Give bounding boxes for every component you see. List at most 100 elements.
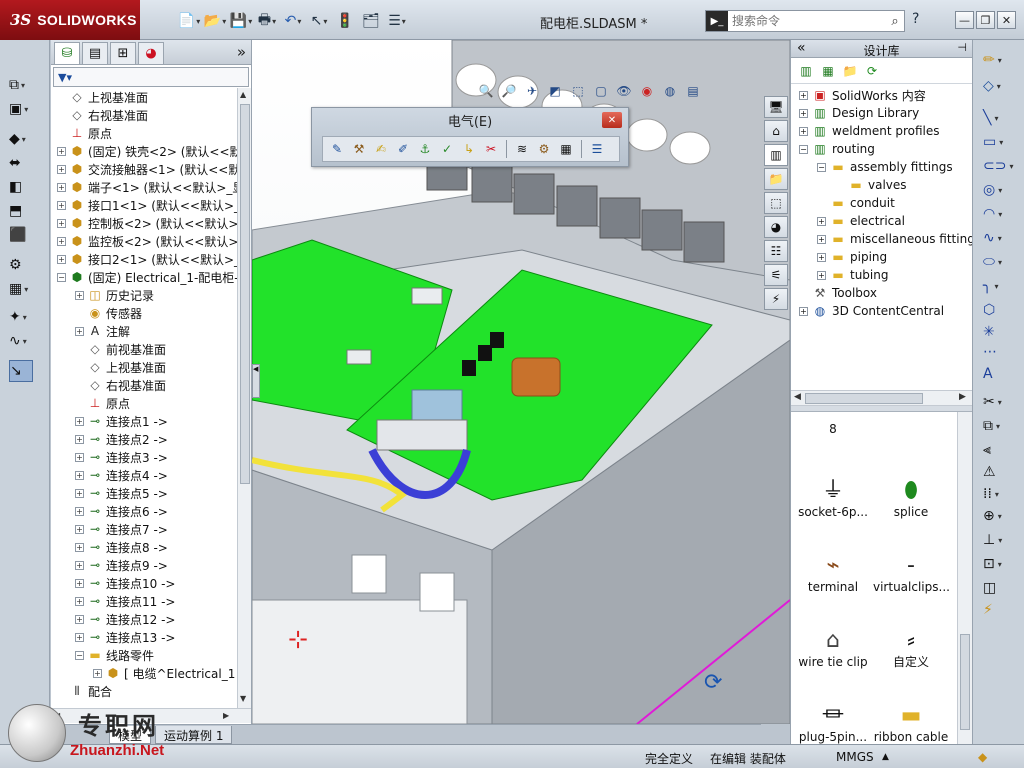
library-item[interactable]: - (873, 412, 949, 422)
tree-item[interactable]: + ⊸ 连接点11 -> (75, 592, 175, 610)
expand-toggle-icon[interactable]: + (57, 254, 66, 264)
restore-button[interactable]: ❐ (976, 11, 995, 29)
task-pane-view-palette-icon[interactable]: ⬚ (764, 192, 788, 214)
start-by-dragdrop-icon[interactable]: ✎ (327, 139, 347, 159)
property-manager-tab-icon[interactable]: ▤ (82, 42, 108, 64)
mate-icon[interactable]: ▣ ▾ (9, 98, 41, 120)
instant3d-icon[interactable]: ↘ (9, 360, 33, 382)
scroll-down-icon[interactable]: ▼ (240, 694, 246, 703)
library-tree-item[interactable]: ⚒ Toolbox (799, 284, 877, 302)
expand-toggle-icon[interactable]: + (799, 126, 808, 136)
task-pane-design-library-icon[interactable]: ▥ (764, 144, 788, 166)
expand-toggle-icon[interactable]: + (75, 578, 84, 588)
expand-toggle-icon[interactable]: + (75, 560, 84, 570)
search-icon[interactable]: ⌕ (886, 14, 904, 29)
tree-item[interactable]: + ⊸ 连接点10 -> (75, 574, 175, 592)
tree-item[interactable]: ◇ 上视基准面 (75, 358, 166, 376)
electrical-attributes-icon[interactable]: ⚙ (534, 139, 554, 159)
insert-connector-icon[interactable]: ✍ (371, 139, 391, 159)
tree-item[interactable]: + ⬢ (固定) 铁壳<2> (默认<<默 (57, 142, 237, 160)
tree-item[interactable]: + ⬢ 端子<1> (默认<<默认>_显 (57, 178, 237, 196)
move-entities-icon[interactable]: ⊕ ▾ (983, 506, 1019, 526)
solidworks-logo[interactable]: 3S SOLIDWORKS (0, 0, 140, 40)
centerline-icon[interactable]: ⋯ (983, 342, 1019, 362)
tree-item[interactable]: − ▬ 线路零件 (75, 646, 154, 664)
arc-icon[interactable]: ◠ ▾ (983, 204, 1019, 224)
tree-item[interactable]: + ⊸ 连接点6 -> (75, 502, 168, 520)
zoom-area-icon[interactable]: 🔎 (500, 82, 518, 100)
display-manager-tab-icon[interactable]: ◕ (138, 42, 164, 64)
task-pane-appearances-icon[interactable]: ◕ (764, 216, 788, 238)
spline-icon[interactable]: ∿ ▾ (983, 228, 1019, 248)
tree-item[interactable]: + ⊸ 连接点5 -> (75, 484, 168, 502)
polygon-icon[interactable]: ⬡ (983, 300, 1019, 320)
library-item[interactable]: ⏚ socket-6p... (795, 477, 871, 520)
add-file-location-icon[interactable]: ▦ (819, 62, 837, 80)
library-tree-item[interactable]: − ▬ assembly fittings (817, 158, 953, 176)
feature-filter[interactable]: ▼▾ (53, 67, 249, 87)
expand-toggle-icon[interactable]: + (57, 146, 66, 156)
ellipse-icon[interactable]: ⬭ ▾ (983, 252, 1019, 272)
expand-toggle-icon[interactable]: + (75, 596, 84, 606)
tree-item[interactable]: + ⊸ 连接点9 -> (75, 556, 168, 574)
status-tag-icon[interactable]: ◆ (978, 750, 987, 764)
library-items-vscrollbar[interactable] (957, 412, 972, 744)
add-wire-icon[interactable]: ✓ (437, 139, 457, 159)
expand-toggle-icon[interactable]: + (75, 488, 84, 498)
task-pane-custom-properties-icon[interactable]: ☷ (764, 240, 788, 262)
rebuild-traffic-light-icon[interactable]: 🚦 (334, 11, 356, 31)
tree-item[interactable]: + ⊸ 连接点3 -> (75, 448, 168, 466)
scroll-right-icon[interactable]: ▶ (959, 392, 966, 402)
tree-item[interactable]: ◉ 传感器 (75, 304, 142, 322)
feature-tree-vscrollbar[interactable]: ▲ ▼ (237, 88, 251, 708)
rectangle-icon[interactable]: ▭ ▾ (983, 132, 1019, 152)
new-motion-study-icon[interactable]: ⚙ (9, 254, 41, 276)
scroll-left-icon[interactable]: ◀ (794, 392, 801, 402)
linear-pattern-icon[interactable]: ⁞⁞ ▾ (983, 484, 1019, 504)
new-document-icon[interactable]: 📄 ▾ (178, 11, 200, 31)
offset-entities-icon[interactable]: ⫷ (983, 440, 1019, 460)
library-item[interactable]: ⌁ terminal (795, 552, 871, 595)
add-to-library-icon[interactable]: ▥ (797, 62, 815, 80)
scroll-right-icon[interactable]: ▶ (223, 711, 229, 720)
fillet-icon[interactable]: ╮ ▾ (983, 276, 1019, 296)
expand-toggle-icon[interactable]: + (57, 200, 66, 210)
tree-item[interactable]: ⦀ 配合 (57, 682, 112, 700)
pin-icon[interactable]: ⊣ (957, 41, 967, 54)
library-tree-item[interactable]: + ▣ SolidWorks 内容 (799, 86, 926, 104)
task-pane-home-icon[interactable]: ⌂ (764, 120, 788, 142)
library-item[interactable]: ⌂ wire tie clip (795, 627, 871, 670)
tree-item[interactable]: ⊥ 原点 (75, 394, 130, 412)
line-icon[interactable]: ╲ ▾ (983, 108, 1019, 128)
expand-toggle-icon[interactable]: + (817, 252, 826, 262)
point-icon[interactable]: ✳ (983, 322, 1019, 342)
units-arrow-icon[interactable]: ▲ (882, 752, 889, 762)
task-pane-resources-icon[interactable]: 🖥 (764, 96, 788, 118)
slot-icon[interactable]: ⊂⊃ ▾ (983, 156, 1019, 176)
reference-geometry-icon[interactable]: ⬛ (9, 224, 41, 246)
expand-toggle-icon[interactable]: − (817, 162, 826, 172)
task-pane-electrical-icon[interactable]: ⚡ (764, 288, 788, 310)
apply-scene-icon[interactable]: ◍ (661, 82, 679, 100)
tree-item[interactable]: + ⊸ 连接点4 -> (75, 466, 168, 484)
electrical-toolbar[interactable]: 电气(E) ✕ ✎ ⚒ ✍ ✐ ⚓ ✓ ↳ ✂ ≋ ⚙ ▦ ☰ (311, 107, 629, 167)
expand-toggle-icon[interactable]: + (57, 236, 66, 246)
undo-icon[interactable]: ↶ ▾ (282, 11, 304, 31)
library-tree-item[interactable]: + ▥ Design Library (799, 104, 919, 122)
tree-item[interactable]: + A 注解 (75, 322, 130, 340)
save-icon[interactable]: 💾 ▾ (230, 11, 252, 31)
show-hidden-icon[interactable]: ◧ (9, 176, 41, 198)
expand-toggle-icon[interactable]: + (93, 668, 102, 678)
mirror-entities-icon[interactable]: ⚠ (983, 462, 1019, 482)
expand-toggle-icon[interactable]: − (75, 650, 84, 660)
expand-toggle-icon[interactable]: − (799, 144, 808, 154)
tree-item[interactable]: + ⊸ 连接点7 -> (75, 520, 168, 538)
print-icon[interactable]: 🖶 ▾ (256, 11, 278, 31)
expand-toggle-icon[interactable]: + (75, 434, 84, 444)
edit-appearance-icon[interactable]: ◉ (638, 82, 656, 100)
tree-item[interactable]: + ⬢ 监控板<2> (默认<<默认>_ (57, 232, 237, 250)
bill-of-materials-icon[interactable]: ▦ ▾ (9, 278, 41, 300)
view-orientation-icon[interactable]: ⬚ (569, 82, 587, 100)
create-new-folder-icon[interactable]: 📁 (841, 62, 859, 80)
assembly-features-icon[interactable]: ⬒ (9, 200, 41, 222)
